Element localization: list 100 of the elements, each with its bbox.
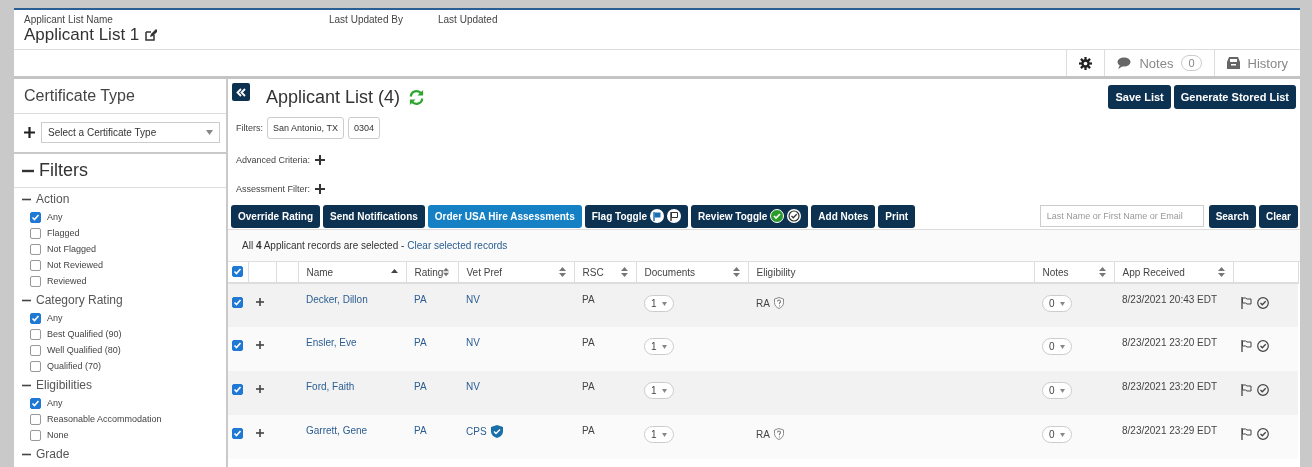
action-button[interactable]: Override Rating xyxy=(231,204,321,228)
notes-dropdown[interactable]: 0 xyxy=(1042,382,1072,399)
check-circle-outline-icon[interactable] xyxy=(1257,384,1269,396)
flag-outline-icon[interactable] xyxy=(1241,384,1252,396)
filter-option-label: Well Qualified (80) xyxy=(47,345,121,355)
filter-chip[interactable]: San Antonio, TX xyxy=(267,117,344,139)
documents-dropdown[interactable]: 1 xyxy=(644,295,674,312)
list-action-button[interactable]: Save List xyxy=(1108,85,1171,109)
notes-dropdown[interactable]: 0 xyxy=(1042,426,1072,443)
row-checkbox[interactable] xyxy=(232,384,243,395)
column-header[interactable]: Eligibility xyxy=(748,262,1034,283)
vet-pref-cell: NV xyxy=(466,381,480,392)
check-circle-icon xyxy=(770,209,785,223)
check-circle-outline-icon[interactable] xyxy=(1257,428,1269,440)
help-shield-icon[interactable] xyxy=(773,428,784,440)
column-header[interactable]: RSC xyxy=(574,262,636,283)
flag-outline-icon[interactable] xyxy=(1241,340,1252,352)
sort-icon[interactable] xyxy=(443,267,450,277)
column-header[interactable]: Rating xyxy=(406,262,458,283)
checkbox[interactable] xyxy=(30,275,41,287)
column-header[interactable]: Documents xyxy=(636,262,748,283)
flag-outline-icon[interactable] xyxy=(1241,428,1252,440)
select-all-checkbox[interactable] xyxy=(232,266,243,277)
caret-icon xyxy=(661,344,667,349)
expand-icon[interactable] xyxy=(256,385,264,393)
help-shield-icon[interactable] xyxy=(773,297,784,309)
caret-icon xyxy=(661,301,667,306)
search-field[interactable]: Last Name or First Name or Email xyxy=(1039,205,1204,227)
filter-option-label: Reasonable Accommodation xyxy=(47,414,162,424)
action-button[interactable]: Review Toggle xyxy=(691,204,809,228)
filter-option-label: Not Reviewed xyxy=(47,260,104,270)
action-button[interactable]: Print xyxy=(878,204,916,228)
column-header[interactable]: Notes xyxy=(1034,262,1114,283)
filter-option-label: Any xyxy=(47,212,63,222)
expand-icon[interactable] xyxy=(256,429,264,437)
refresh-icon[interactable] xyxy=(408,88,426,106)
applicant-name-link[interactable]: Garrett, Gene xyxy=(306,425,368,436)
applicant-name-link[interactable]: Ford, Faith xyxy=(306,381,355,392)
action-button[interactable]: Order USA Hire Assessments xyxy=(427,204,582,228)
vet-pref-cell: CPS xyxy=(466,426,487,437)
caret-icon xyxy=(661,388,667,393)
last-updated-by-label: Last Updated By xyxy=(329,14,404,25)
collapse-sidebar-button[interactable] xyxy=(232,83,250,101)
check-circle-outline-icon[interactable] xyxy=(1257,297,1269,309)
checkbox[interactable] xyxy=(30,344,41,356)
documents-dropdown[interactable]: 1 xyxy=(644,338,674,355)
action-button[interactable]: Send Notifications xyxy=(323,204,425,228)
applicant-name-link[interactable]: Decker, Dillon xyxy=(306,294,368,305)
check-circle-outline-icon[interactable] xyxy=(1257,340,1269,352)
applicant-name-link[interactable]: Ensler, Eve xyxy=(306,337,357,348)
checkbox[interactable] xyxy=(30,243,41,255)
add-icon[interactable] xyxy=(24,127,35,138)
row-checkbox[interactable] xyxy=(232,297,243,308)
sort-icon[interactable] xyxy=(558,267,566,277)
action-button[interactable]: Flag Toggle xyxy=(584,204,689,228)
sort-icon[interactable] xyxy=(732,267,740,277)
filter-option-label: None xyxy=(47,430,69,440)
column-header[interactable]: Name xyxy=(298,262,406,283)
caret-icon xyxy=(206,130,213,135)
search-action-button[interactable]: Clear xyxy=(1259,204,1298,228)
checkbox[interactable] xyxy=(30,413,41,425)
checkbox[interactable] xyxy=(30,429,41,441)
checkbox[interactable] xyxy=(30,211,41,223)
checkbox[interactable] xyxy=(30,259,41,271)
rating-cell: PA xyxy=(414,337,427,348)
app-received-cell: 8/23/2021 20:43 EDT xyxy=(1122,294,1218,305)
row-checkbox[interactable] xyxy=(232,428,243,439)
sort-icon[interactable] xyxy=(1098,267,1106,277)
expand-icon[interactable] xyxy=(256,341,264,349)
expand-icon[interactable] xyxy=(256,298,264,306)
filter-option-label: Reviewed xyxy=(47,276,87,286)
row-checkbox[interactable] xyxy=(232,340,243,351)
checkbox[interactable] xyxy=(30,360,41,372)
notes-dropdown[interactable]: 0 xyxy=(1042,338,1072,355)
checkbox[interactable] xyxy=(30,328,41,340)
search-action-button[interactable]: Search xyxy=(1208,204,1256,228)
column-header[interactable]: Vet Pref xyxy=(458,262,574,283)
flag-outline-icon[interactable] xyxy=(1241,297,1252,309)
add-icon[interactable] xyxy=(315,183,326,194)
documents-dropdown[interactable]: 1 xyxy=(644,426,674,443)
list-action-button[interactable]: Generate Stored List xyxy=(1173,85,1296,109)
action-button[interactable]: Add Notes xyxy=(811,204,876,228)
checkbox[interactable] xyxy=(30,397,41,409)
selection-message: All 4 Applicant records are selected - xyxy=(242,240,405,251)
double-chevron-left-icon xyxy=(236,87,246,97)
clear-selection-link[interactable]: Clear selected records xyxy=(407,240,508,251)
edit-icon[interactable] xyxy=(145,29,158,41)
add-icon[interactable] xyxy=(315,154,326,165)
checkbox[interactable] xyxy=(30,227,41,239)
column-header[interactable]: App Received xyxy=(1114,262,1233,283)
notes-dropdown[interactable]: 0 xyxy=(1042,295,1072,312)
documents-dropdown[interactable]: 1 xyxy=(644,382,674,399)
certificate-type-select[interactable]: Select a Certificate Type xyxy=(41,122,220,143)
sort-icon[interactable] xyxy=(1217,267,1225,277)
filter-group-title: Category Rating xyxy=(36,293,123,307)
rating-cell: PA xyxy=(414,425,427,436)
checkbox[interactable] xyxy=(30,312,41,324)
sort-icon[interactable] xyxy=(620,267,628,277)
filter-chip[interactable]: 0304 xyxy=(347,117,380,139)
certificate-type-title: Certificate Type xyxy=(14,79,226,114)
